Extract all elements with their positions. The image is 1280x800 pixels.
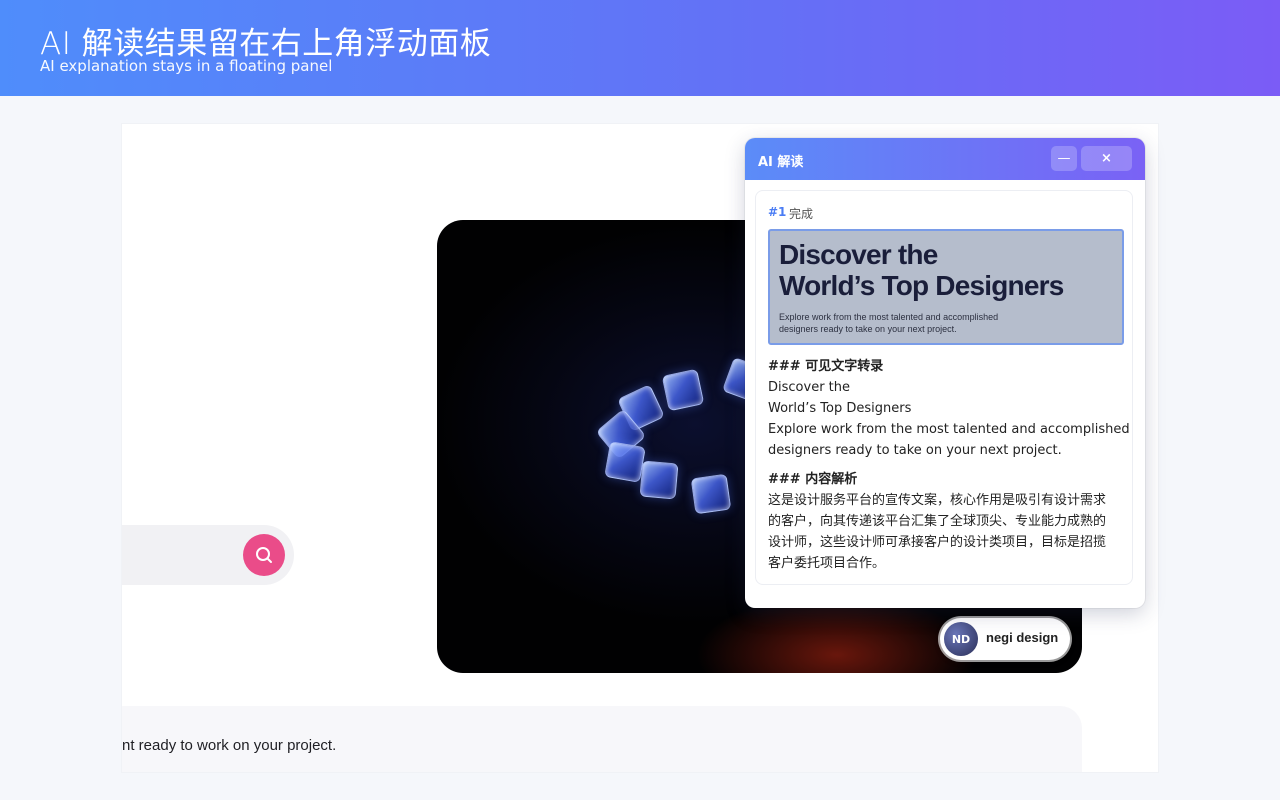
captured-thumbnail[interactable]: Discover the World’s Top Designers Explo… [768,229,1124,345]
ai-floating-panel: AI 解读 — × #1 完成 Discover the World’s Top… [745,138,1145,608]
thumbnail-subtext: Explore work from the most talented and … [779,311,998,335]
transcript-line: designers ready to take on your next pro… [768,443,1062,458]
close-button[interactable]: × [1081,146,1132,171]
minimize-button[interactable]: — [1051,146,1077,171]
avatar: ND [944,622,978,656]
analysis-heading: ### 内容解析 [768,472,858,487]
ai-panel-header[interactable]: AI 解读 — × [745,138,1145,180]
thumbnail-heading: Discover the World’s Top Designers [779,239,1064,301]
top-banner: AI 解读结果留在右上角浮动面板 AI explanation stays in… [0,0,1280,96]
search-icon [256,547,272,563]
thumbnail-sub-line: Explore work from the most talented and … [779,312,999,322]
analysis-line: 的客户，向其传递该平台汇集了全球顶尖、专业能力成熟的 [768,514,1107,529]
glass-cube-decoration [661,368,705,412]
author-chip[interactable]: ND negi design [940,618,1070,660]
author-name: negi design [986,630,1059,645]
ai-explanation-text: ### 可见文字转录 Discover the World’s Top Desi… [768,356,1130,574]
transcript-heading: ### 可见文字转录 [768,359,884,374]
transcript-line: Discover the [768,380,850,395]
analysis-line: 这是设计服务平台的宣传文案，核心作用是吸引有设计需求 [768,493,1107,508]
result-status: 完成 [789,207,814,221]
thumbnail-sub-line: designers ready to take on your next pro… [779,324,957,334]
ai-result-card: #1 完成 Discover the World’s Top Designers… [755,190,1133,585]
analysis-line: 客户委托项目合作。 [768,556,886,571]
result-number: #1 [768,205,787,219]
transcript-line: Explore work from the most talented and … [768,422,1130,437]
transcript-line: World’s Top Designers [768,401,912,416]
glass-cube-decoration [690,473,732,515]
glass-cube-decoration [639,460,679,500]
thumbnail-heading-line: Discover the [779,239,938,270]
ai-panel-title: AI 解读 [758,155,804,170]
banner-subtitle: AI explanation stays in a floating panel [40,57,333,75]
thumbnail-heading-line: World’s Top Designers [779,270,1064,301]
analysis-line: 设计师，这些设计师可承接客户的设计类项目，目标是招揽 [768,535,1107,550]
search-button[interactable] [243,534,285,576]
card-text: nt ready to work on your project. [122,737,337,754]
glass-cube-decoration [604,441,646,483]
